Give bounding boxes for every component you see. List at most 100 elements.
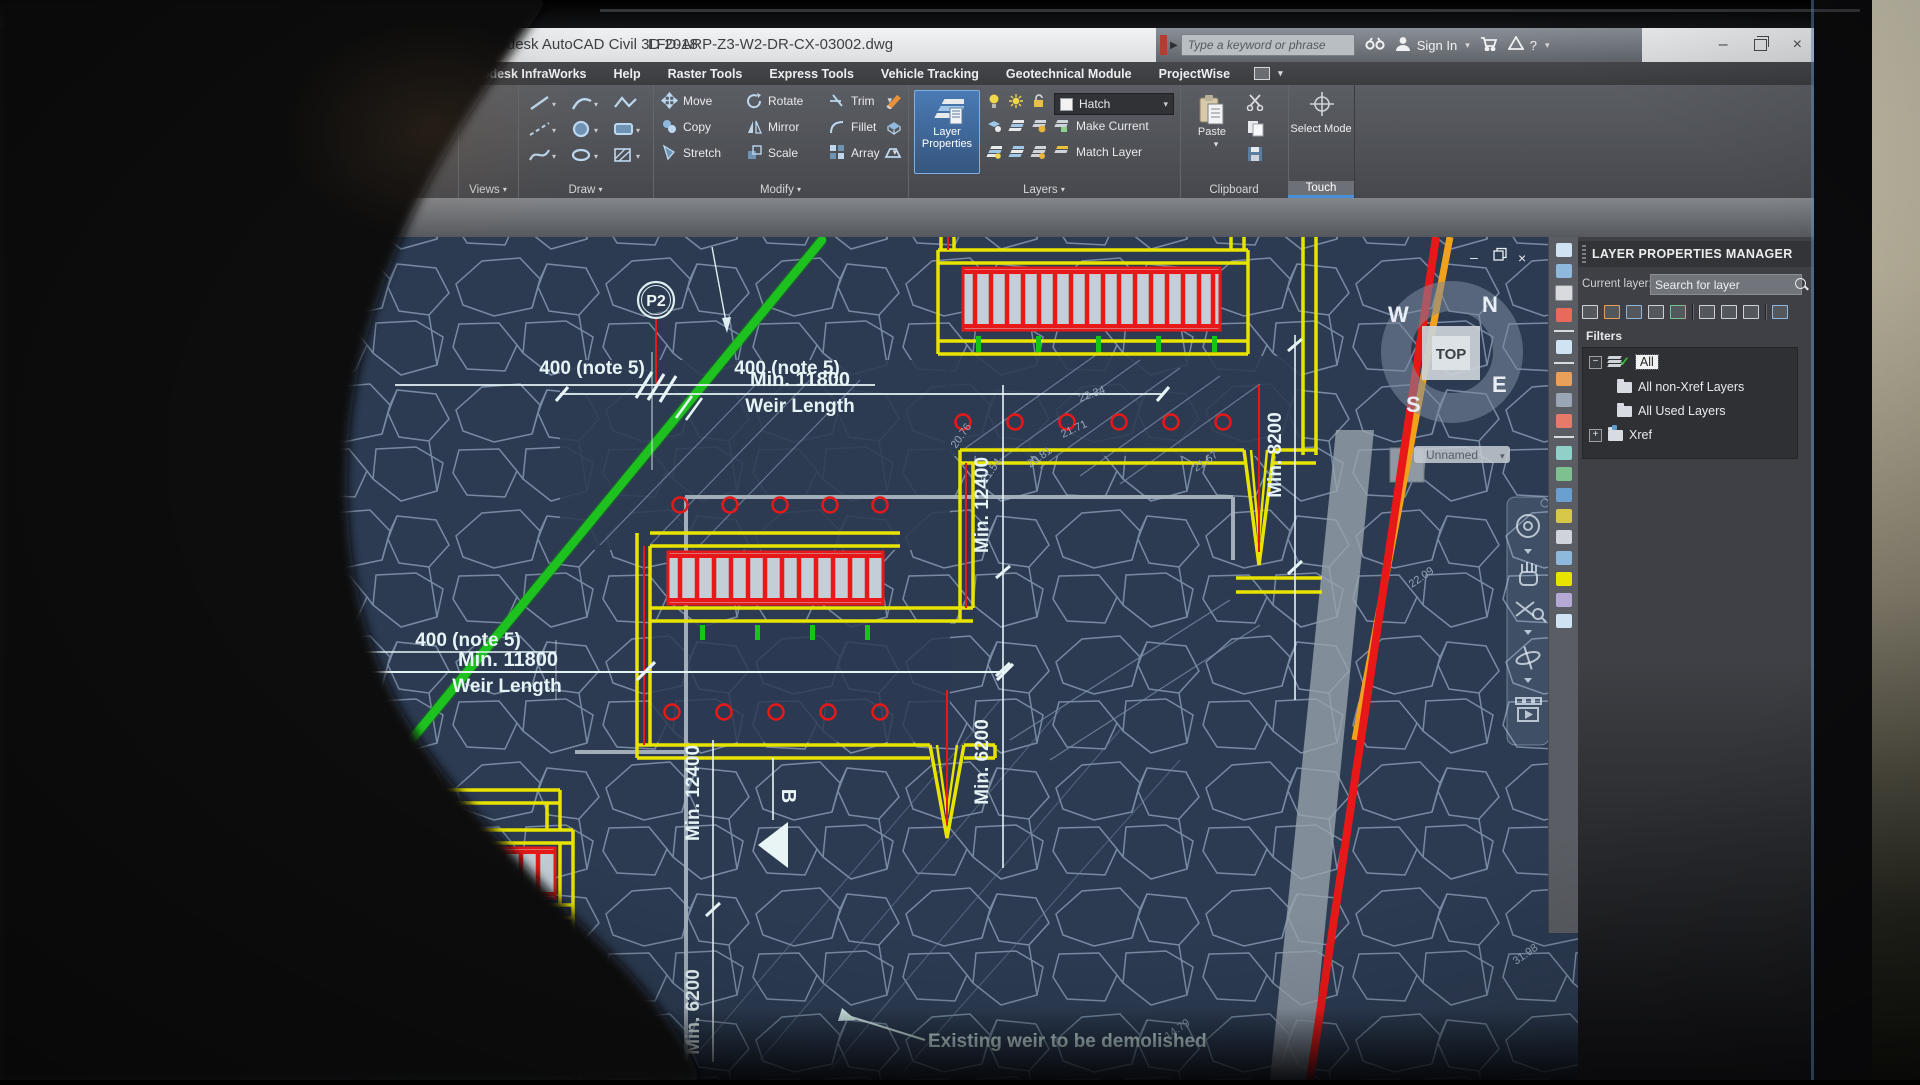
- sign-in-dropdown-icon[interactable]: ▾: [1465, 40, 1470, 51]
- tool-icon[interactable]: [1556, 488, 1572, 502]
- menu-window-icon[interactable]: [1254, 67, 1270, 80]
- cart-icon[interactable]: [1480, 36, 1498, 55]
- tree-item-non-xref-label[interactable]: All non-Xref Layers: [1638, 380, 1744, 394]
- expand-icon[interactable]: +: [1589, 429, 1602, 442]
- polyline-tool-icon[interactable]: [612, 93, 642, 116]
- help-button[interactable]: ?: [1530, 38, 1537, 53]
- tool-icon[interactable]: [1556, 414, 1572, 428]
- drawing-canvas[interactable]: P2: [330, 237, 1578, 1080]
- tree-item-non-xref[interactable]: All non-Xref Layers: [1617, 380, 1744, 394]
- tool-icon[interactable]: [1556, 340, 1572, 354]
- spline-tool-icon[interactable]: ▾: [528, 145, 558, 168]
- save-layer-icon[interactable]: [1670, 305, 1686, 319]
- infocenter-search-input[interactable]: [1181, 34, 1355, 56]
- tree-item-xref-label[interactable]: Xref: [1629, 428, 1652, 442]
- tool-icon[interactable]: [1556, 372, 1572, 386]
- layer-walk-icon[interactable]: [986, 145, 1002, 162]
- tool-icon[interactable]: [1556, 243, 1572, 257]
- layer-select-combo[interactable]: Hatch ▾: [1054, 93, 1174, 115]
- navigation-bar[interactable]: [1507, 497, 1549, 745]
- menu-item-raster-tools[interactable]: Raster Tools: [662, 67, 749, 81]
- rectangle-tool-icon[interactable]: ▾: [612, 119, 642, 142]
- new-filter-icon[interactable]: [1582, 305, 1598, 319]
- trim-button[interactable]: Trim▾: [829, 92, 892, 109]
- tool-icon[interactable]: [1555, 285, 1573, 301]
- tree-item-xref[interactable]: + Xref: [1589, 428, 1652, 442]
- layer-thaw-sun-icon[interactable]: [1008, 93, 1024, 112]
- select-mode-crosshair-icon[interactable]: [1309, 91, 1335, 120]
- arc-tool-icon[interactable]: ▾: [570, 93, 600, 116]
- palette-title-bar[interactable]: LAYER PROPERTIES MANAGER: [1578, 241, 1814, 267]
- viewcube-north[interactable]: N: [1482, 292, 1498, 317]
- settings-icon[interactable]: [1772, 305, 1788, 319]
- select-mode-button[interactable]: Select Mode: [1288, 123, 1354, 136]
- viewcube-top-face[interactable]: TOP: [1436, 346, 1467, 363]
- tool-icon[interactable]: [1556, 446, 1572, 460]
- new-layer-icon[interactable]: [1648, 305, 1664, 319]
- layer-lock-icon[interactable]: [1052, 119, 1068, 136]
- tree-item-all[interactable]: − ✓ All: [1589, 354, 1658, 370]
- layer-isolate-icon[interactable]: [986, 119, 1002, 136]
- new-vp-layer-icon[interactable]: [1699, 305, 1715, 319]
- layer-off-icon[interactable]: [1030, 119, 1046, 136]
- line-tool-icon[interactable]: ▾: [528, 93, 558, 116]
- tool-icon[interactable]: [1556, 530, 1572, 544]
- tree-item-used[interactable]: All Used Layers: [1617, 404, 1726, 418]
- hatch-tool-icon[interactable]: ▾: [612, 145, 642, 168]
- collapse-icon[interactable]: −: [1589, 356, 1602, 369]
- match-layer-button[interactable]: Match Layer: [1076, 145, 1142, 159]
- menu-item-help[interactable]: Help: [608, 67, 647, 81]
- search-binoculars-icon[interactable]: [1365, 36, 1385, 54]
- viewcube-east[interactable]: E: [1492, 372, 1507, 397]
- layer-unlock-icon[interactable]: [1030, 93, 1046, 112]
- copy-clip-icon[interactable]: [1246, 119, 1266, 140]
- layer-search-input[interactable]: [1650, 274, 1802, 295]
- tool-icon[interactable]: [1556, 614, 1572, 628]
- layer-prev-icon[interactable]: [1052, 145, 1068, 162]
- erase-tool-icon[interactable]: [884, 91, 904, 112]
- cut-scissors-icon[interactable]: [1246, 93, 1266, 114]
- menu-item-infraworks[interactable]: Autodesk InfraWorks: [455, 67, 593, 81]
- tool-icon[interactable]: [1556, 551, 1572, 565]
- tool-icon[interactable]: [1556, 593, 1572, 607]
- minimize-button[interactable]: –: [1719, 37, 1728, 53]
- tool-icon[interactable]: [1556, 264, 1572, 278]
- viewcube-south[interactable]: S: [1406, 392, 1421, 417]
- menu-item-vehicle-tracking[interactable]: Vehicle Tracking: [875, 67, 985, 81]
- stretch-button[interactable]: Stretch: [661, 144, 721, 161]
- tool-icon[interactable]: [1556, 308, 1572, 322]
- rotate-button[interactable]: Rotate: [746, 92, 803, 109]
- explode-tool-icon[interactable]: [884, 117, 904, 138]
- palette-grip-icon[interactable]: [1582, 245, 1586, 263]
- layer-delete-icon[interactable]: [1030, 145, 1046, 162]
- layer-merge-icon[interactable]: [1008, 145, 1024, 162]
- layer-properties-button[interactable]: Layer Properties: [914, 90, 980, 174]
- viewcube-west[interactable]: W: [1388, 302, 1409, 327]
- menu-item-projectwise[interactable]: ProjectWise: [1153, 67, 1236, 81]
- close-button[interactable]: ×: [1793, 37, 1802, 53]
- tool-icon[interactable]: [1556, 572, 1572, 586]
- help-dropdown-icon[interactable]: ▾: [1545, 40, 1550, 51]
- menu-item-geotechnical[interactable]: Geotechnical Module: [1000, 67, 1138, 81]
- touch-panel-label[interactable]: Touch: [1288, 181, 1354, 198]
- doc-close-button[interactable]: ×: [1518, 250, 1526, 266]
- mirror-button[interactable]: Mirror: [746, 118, 799, 135]
- layer-dialog-icon[interactable]: [1743, 305, 1759, 319]
- menu-item-express-tools[interactable]: Express Tools: [763, 67, 860, 81]
- layer-freeze-icon[interactable]: [1008, 119, 1024, 136]
- layer-on-bulb-icon[interactable]: [986, 93, 1002, 112]
- doc-minimize-button[interactable]: –: [1470, 249, 1478, 265]
- restore-button[interactable]: [1754, 39, 1767, 51]
- ellipse-tool-icon[interactable]: ▾: [570, 145, 600, 168]
- tool-icon[interactable]: [1556, 467, 1572, 481]
- save-block-icon[interactable]: [1246, 145, 1266, 166]
- make-current-button[interactable]: Make Current: [1076, 119, 1149, 133]
- sign-in-button[interactable]: Sign In: [1417, 38, 1457, 53]
- named-view-dropdown[interactable]: Unnamed ▾: [1414, 446, 1510, 463]
- copy-button[interactable]: Copy: [661, 118, 711, 135]
- infocenter-arrow-icon[interactable]: ▶: [1170, 40, 1178, 51]
- tool-icon[interactable]: [1556, 509, 1572, 523]
- overkill-tool-icon[interactable]: [884, 143, 904, 164]
- delete-filter-icon[interactable]: [1604, 305, 1620, 319]
- share-icon[interactable]: [1508, 36, 1524, 54]
